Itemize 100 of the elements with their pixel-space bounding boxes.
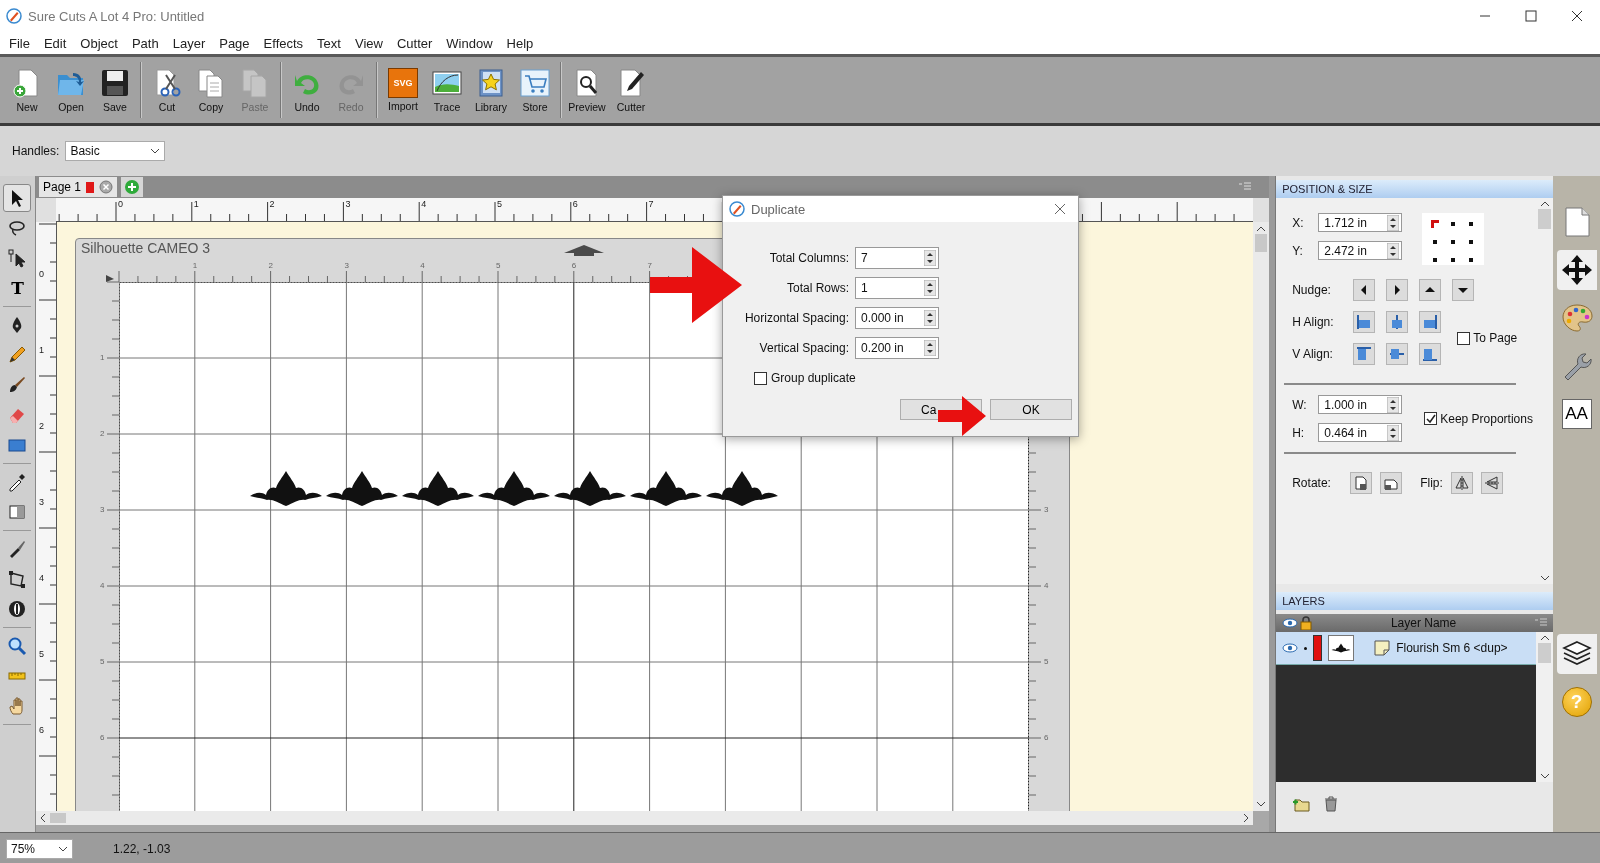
toolbar-button[interactable]: Save	[93, 59, 137, 121]
checkbox[interactable]	[754, 371, 767, 385]
toolbar-button[interactable]: Trace	[425, 59, 469, 121]
spin-arrows-icon[interactable]	[1387, 242, 1400, 259]
flip-horizontal-button[interactable]	[1450, 472, 1473, 494]
toolbar-button[interactable]: New	[5, 59, 49, 121]
scroll-up-icon[interactable]	[1539, 201, 1550, 207]
anchor-point-grid[interactable]	[1422, 213, 1485, 265]
width-field[interactable]: 1.000 in	[1318, 395, 1403, 414]
page-tab[interactable]: Page 1	[39, 177, 118, 197]
toolbar-button[interactable]: Undo	[285, 59, 329, 121]
align-bottom-button[interactable]	[1419, 343, 1442, 365]
add-layer-icon[interactable]	[1292, 796, 1311, 812]
eye-icon[interactable]	[1282, 642, 1299, 654]
eye-icon[interactable]	[1282, 617, 1299, 629]
spin-field[interactable]: 0.200 in	[855, 337, 939, 359]
toolbar-button[interactable]: Cutter	[609, 59, 653, 121]
menu-item[interactable]: Text	[310, 35, 348, 51]
checkbox[interactable]	[1424, 412, 1438, 425]
rotate-right-button[interactable]	[1380, 472, 1403, 494]
flourish-shape[interactable]	[476, 470, 552, 507]
scroll-thumb[interactable]	[1538, 643, 1552, 663]
flourish-shape[interactable]	[324, 470, 400, 507]
scroll-down-icon[interactable]	[1256, 801, 1267, 807]
flourish-shape[interactable]	[248, 470, 324, 507]
palette-icon[interactable]	[1560, 302, 1593, 334]
toolbar-button[interactable]: Library	[469, 59, 513, 121]
spin-arrows-icon[interactable]	[924, 340, 936, 356]
tool-button[interactable]	[3, 184, 32, 212]
flourish-shape[interactable]	[704, 470, 780, 507]
nudge-down-button[interactable]	[1452, 279, 1475, 301]
menu-item[interactable]: Window	[439, 35, 500, 51]
lock-icon[interactable]	[1300, 616, 1313, 630]
menu-item[interactable]: Help	[499, 35, 541, 51]
trash-icon[interactable]	[1324, 796, 1339, 812]
x-position-field[interactable]: 1.712 in	[1318, 213, 1403, 232]
handles-dropdown[interactable]: Basic	[65, 141, 166, 161]
toolbar-button[interactable]: Preview	[565, 59, 609, 121]
layer-color-swatch[interactable]	[1313, 635, 1323, 661]
menu-item[interactable]: Object	[73, 35, 125, 51]
toolbar-button[interactable]: Cut	[145, 59, 189, 121]
tool-button[interactable]: T	[3, 274, 32, 302]
scroll-right-icon[interactable]	[1243, 813, 1250, 823]
vertical-scrollbar[interactable]	[1536, 632, 1554, 782]
toolbar-button[interactable]: SVG Import	[381, 59, 425, 121]
move-arrows-icon[interactable]	[1560, 254, 1593, 286]
anchor-point[interactable]	[1469, 222, 1474, 226]
align-left-button[interactable]	[1353, 311, 1376, 333]
checkbox[interactable]	[1457, 331, 1471, 345]
toolbar-button[interactable]: Copy	[189, 59, 233, 121]
align-center-button[interactable]	[1386, 311, 1409, 333]
menu-item[interactable]: View	[347, 35, 390, 51]
scroll-thumb[interactable]	[50, 813, 66, 823]
spin-field[interactable]: 1	[855, 277, 939, 299]
anchor-point[interactable]	[1433, 240, 1438, 244]
scroll-down-icon[interactable]	[1539, 575, 1550, 581]
add-page-icon[interactable]	[121, 177, 144, 197]
menu-item[interactable]: Effects	[256, 35, 311, 51]
horizontal-scrollbar[interactable]	[36, 811, 1254, 825]
zoom-dropdown[interactable]: 75%	[6, 838, 73, 859]
nudge-up-button[interactable]	[1419, 279, 1442, 301]
scroll-up-icon[interactable]	[1256, 226, 1267, 232]
menu-item[interactable]: Cutter	[389, 35, 440, 51]
spin-arrows-icon[interactable]	[1387, 214, 1400, 231]
flip-vertical-button[interactable]	[1480, 472, 1503, 494]
anchor-point[interactable]	[1469, 258, 1474, 262]
spin-field[interactable]: 7	[855, 247, 939, 269]
spin-arrows-icon[interactable]	[1387, 396, 1400, 413]
text-size-tab[interactable]: AA	[1561, 399, 1592, 429]
scroll-left-icon[interactable]	[40, 813, 46, 823]
flourish-shape[interactable]	[552, 470, 628, 507]
toolbar-button[interactable]: Store	[513, 59, 557, 121]
anchor-point[interactable]	[1451, 240, 1456, 244]
menu-item[interactable]: Edit	[36, 35, 74, 51]
close-icon[interactable]	[1054, 203, 1066, 215]
scroll-down-icon[interactable]	[1539, 773, 1550, 779]
layer-row[interactable]: Flourish Sm 6 <dup>	[1276, 632, 1537, 665]
anchor-point[interactable]	[1433, 258, 1438, 262]
align-middle-button[interactable]	[1386, 343, 1409, 365]
flourish-shape[interactable]	[400, 470, 476, 507]
height-field[interactable]: 0.464 in	[1318, 423, 1403, 442]
spin-arrows-icon[interactable]	[924, 280, 936, 296]
align-right-button[interactable]	[1419, 311, 1442, 333]
scroll-thumb[interactable]	[1538, 209, 1552, 229]
spin-field[interactable]: 0.000 in	[855, 307, 939, 329]
scroll-thumb[interactable]	[1255, 234, 1268, 252]
close-tab-icon[interactable]	[99, 180, 114, 194]
spin-arrows-icon[interactable]	[1387, 424, 1400, 441]
spin-arrows-icon[interactable]	[924, 250, 936, 266]
anchor-point[interactable]	[1469, 240, 1474, 244]
anchor-point[interactable]	[1451, 222, 1456, 226]
menu-item[interactable]: Page	[212, 35, 257, 51]
nudge-left-button[interactable]	[1353, 279, 1376, 301]
spin-arrows-icon[interactable]	[924, 310, 936, 326]
menu-item[interactable]: File	[2, 35, 37, 51]
toolbar-button[interactable]: Open	[49, 59, 93, 121]
y-position-field[interactable]: 2.472 in	[1318, 241, 1403, 260]
nudge-right-button[interactable]	[1386, 279, 1409, 301]
rotate-left-button[interactable]	[1350, 472, 1373, 494]
align-top-button[interactable]	[1353, 343, 1376, 365]
